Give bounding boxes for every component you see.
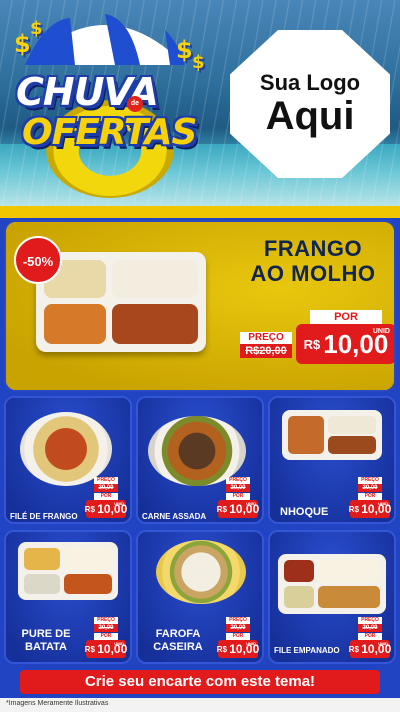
product-card-nhoque[interactable]: NHOQUE PREÇO 20,00 POR R$ 10,00 UNID xyxy=(268,396,396,524)
product-name: FILE EMPANADO xyxy=(274,646,340,655)
product-name: FAROFA CASEIRA xyxy=(153,628,203,654)
product-price: PREÇO 20,00 POR R$ 10,00 UNID xyxy=(348,617,392,658)
featured-new-price-box: POR R$ 10,00 UNID xyxy=(296,310,394,364)
dollar-icon: $ xyxy=(30,18,43,39)
product-name: PURE DE BATATA xyxy=(21,628,71,654)
logo-text-line2: Aqui xyxy=(265,94,355,139)
discount-badge: -50% xyxy=(14,236,62,284)
preco-label: PREÇO xyxy=(240,332,292,344)
product-name: NHOQUE xyxy=(280,506,329,518)
product-price: PREÇO 20,00 POR R$ 10,00 UNID xyxy=(216,617,260,658)
product-price: PREÇO 20,00 POR R$ 10,00 UNID xyxy=(84,617,128,658)
divider-stripe xyxy=(0,206,400,218)
create-flyer-button[interactable]: Crie seu encarte com este tema! xyxy=(20,670,380,694)
por-label: POR xyxy=(310,310,382,324)
featured-product-card[interactable]: -50% FRANGO AO MOLHO PREÇO R$20,00 POR R… xyxy=(4,220,396,392)
dish-image xyxy=(278,554,386,614)
dollar-icon: $ xyxy=(192,52,205,73)
title-de: de xyxy=(127,96,143,112)
dish-image xyxy=(282,410,382,460)
dish-image xyxy=(148,416,246,486)
new-price: R$ 10,00 UNID xyxy=(296,324,394,364)
product-card-carne-assada[interactable]: CARNE ASSADA PREÇO 20,00 POR R$ 10,00 UNI… xyxy=(136,396,264,524)
product-price: PREÇO 20,00 POR R$ 10,00 UNID xyxy=(348,477,392,518)
logo-text-line1: Sua Logo xyxy=(259,69,361,95)
header-banner: $ $ $ $ CHUVA de OFERTAS Sua Logo Aqui xyxy=(0,0,400,206)
product-card-pure-de-batata[interactable]: PURE DE BATATA PREÇO 20,00 POR R$ 10,00 U… xyxy=(4,530,132,664)
old-price: R$20,00 xyxy=(240,344,292,358)
product-name: CARNE ASSADA xyxy=(142,512,207,521)
product-price: PREÇO 20,00 POR R$ 10,00 UNID xyxy=(216,477,260,518)
disclaimer-text: *Imagens Meramente Ilustrativas xyxy=(6,700,109,707)
product-card-file-de-frango[interactable]: FILÉ DE FRANGO PREÇO 20,00 POR R$ 10,00 U… xyxy=(4,396,132,524)
featured-old-price-box: PREÇO R$20,00 xyxy=(240,332,292,358)
dollar-icon: $ xyxy=(176,36,193,64)
food-tray-image xyxy=(36,252,206,352)
dollar-icon: $ xyxy=(14,30,31,58)
featured-product-name: FRANGO AO MOLHO xyxy=(250,236,376,287)
product-card-farofa-caseira[interactable]: FAROFA CASEIRA PREÇO 20,00 POR R$ 10,00 U… xyxy=(136,530,264,664)
dish-image xyxy=(156,540,246,604)
product-price: PREÇO 20,00 POR R$ 10,00 UNID xyxy=(84,477,128,518)
title-ofertas: OFERTAS xyxy=(22,112,197,153)
product-card-file-empanado[interactable]: FILE EMPANADO PREÇO 20,00 POR R$ 10,00 UN… xyxy=(268,530,396,664)
dish-image xyxy=(18,542,118,600)
dish-image xyxy=(20,412,112,486)
umbrella-icon xyxy=(25,14,185,65)
product-name: FILÉ DE FRANGO xyxy=(10,512,78,521)
